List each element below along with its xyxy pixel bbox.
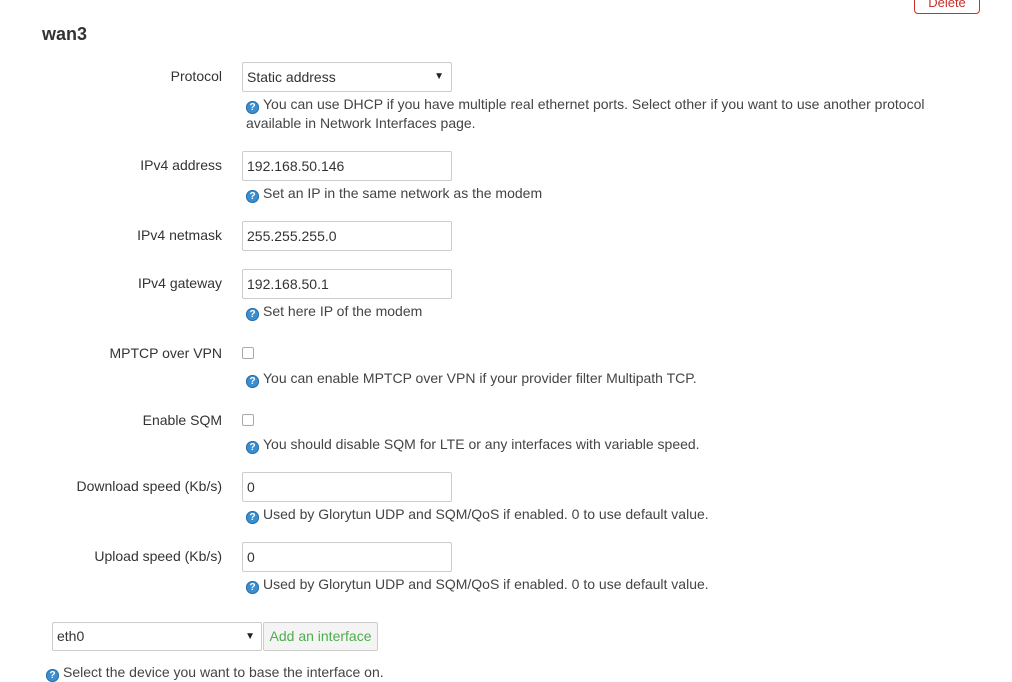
help-icon: ? xyxy=(246,308,259,321)
ipv4-address-label: IPv4 address xyxy=(140,157,222,173)
ipv4-address-input[interactable] xyxy=(242,151,452,181)
download-speed-label: Download speed (Kb/s) xyxy=(76,478,222,494)
ipv4-netmask-label: IPv4 netmask xyxy=(137,227,222,243)
protocol-help: ? You can use DHCP if you have multiple r… xyxy=(246,95,966,133)
sqm-label: Enable SQM xyxy=(142,412,222,428)
help-icon: ? xyxy=(246,581,259,594)
delete-button[interactable]: Delete xyxy=(914,0,980,14)
device-select-value: eth0 xyxy=(57,628,85,644)
help-icon: ? xyxy=(46,669,59,682)
download-speed-help: ? Used by Glorytun UDP and SQM/QoS if ena… xyxy=(246,505,966,524)
ipv4-netmask-input[interactable] xyxy=(242,221,452,251)
caret-down-icon: ▼ xyxy=(434,71,444,82)
upload-speed-help: ? Used by Glorytun UDP and SQM/QoS if ena… xyxy=(246,575,966,594)
help-icon: ? xyxy=(246,190,259,203)
protocol-help-text: You can use DHCP if you have multiple re… xyxy=(246,96,925,131)
device-help: ? Select the device you want to base the … xyxy=(46,663,766,682)
ipv4-gateway-help-text: Set here IP of the modem xyxy=(263,303,423,319)
help-icon: ? xyxy=(246,441,259,454)
help-icon: ? xyxy=(246,375,259,388)
help-icon: ? xyxy=(246,101,259,114)
protocol-select-value: Static address xyxy=(247,69,336,85)
sqm-checkbox[interactable] xyxy=(242,414,254,426)
upload-speed-input[interactable] xyxy=(242,542,452,572)
section-title: wan3 xyxy=(42,24,88,44)
mptcp-vpn-help-text: You can enable MPTCP over VPN if your pr… xyxy=(263,370,697,386)
mptcp-vpn-label: MPTCP over VPN xyxy=(109,345,222,361)
download-speed-input[interactable] xyxy=(242,472,452,502)
mptcp-vpn-checkbox[interactable] xyxy=(242,347,254,359)
upload-speed-label: Upload speed (Kb/s) xyxy=(94,548,222,564)
help-icon: ? xyxy=(246,511,259,524)
download-speed-help-text: Used by Glorytun UDP and SQM/QoS if enab… xyxy=(263,506,709,522)
ipv4-gateway-input[interactable] xyxy=(242,269,452,299)
ipv4-gateway-label: IPv4 gateway xyxy=(137,275,222,291)
caret-down-icon: ▼ xyxy=(245,631,255,642)
ipv4-address-help: ? Set an IP in the same network as the mo… xyxy=(246,184,966,203)
add-interface-button[interactable]: Add an interface xyxy=(263,622,378,651)
upload-speed-help-text: Used by Glorytun UDP and SQM/QoS if enab… xyxy=(263,576,709,592)
sqm-help-text: You should disable SQM for LTE or any in… xyxy=(263,436,700,452)
protocol-select[interactable]: Static address ▼ xyxy=(242,62,452,92)
device-select[interactable]: eth0 ▼ xyxy=(52,622,262,651)
ipv4-address-help-text: Set an IP in the same network as the mod… xyxy=(263,185,543,201)
ipv4-gateway-help: ? Set here IP of the modem xyxy=(246,302,966,321)
sqm-help: ? You should disable SQM for LTE or any i… xyxy=(246,435,966,454)
mptcp-vpn-help: ? You can enable MPTCP over VPN if your p… xyxy=(246,369,966,388)
protocol-label: Protocol xyxy=(170,68,222,84)
